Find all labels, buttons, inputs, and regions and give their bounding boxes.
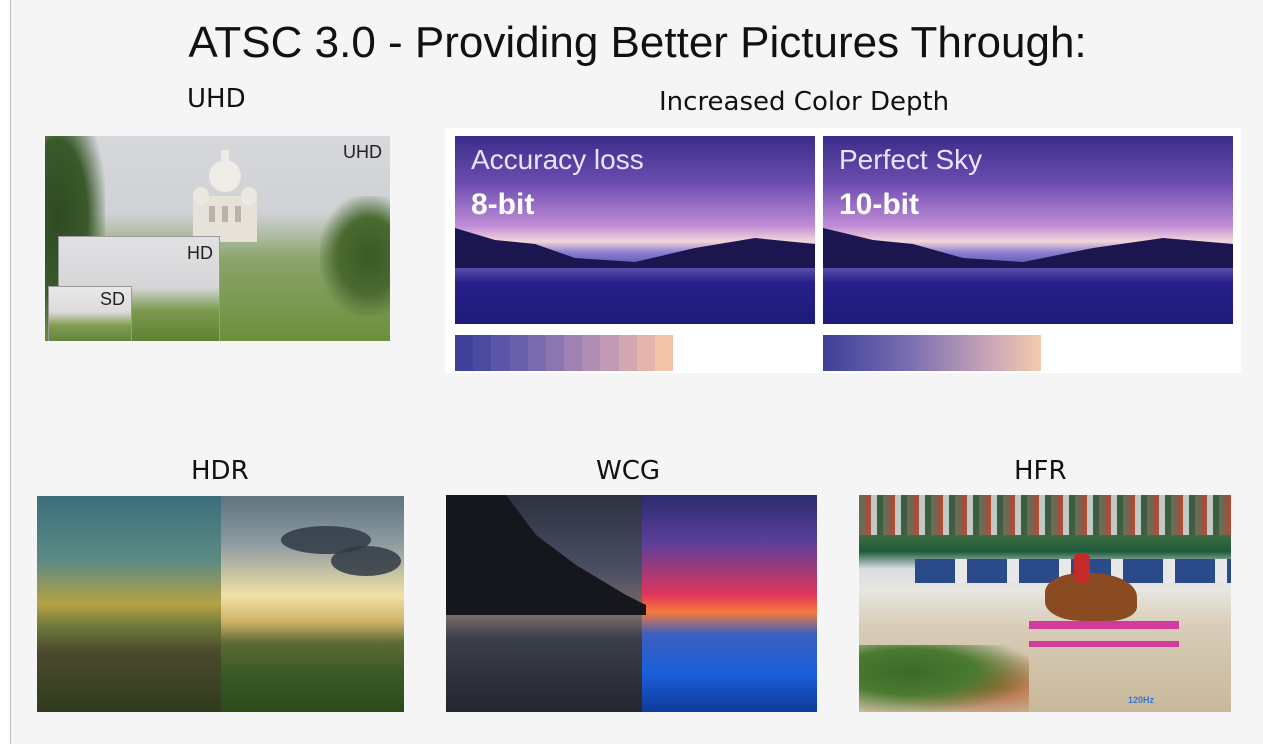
gradient-step xyxy=(527,335,546,371)
tree-graphic xyxy=(320,196,390,316)
rider-graphic xyxy=(1074,553,1090,583)
basilica-graphic xyxy=(193,150,257,242)
color-depth-panel: Accuracy loss 8-bit Perfect Sky 10-bit xyxy=(445,128,1241,373)
gradient-step xyxy=(491,335,510,371)
8bit-gradient-bar xyxy=(455,335,674,371)
slide: ATSC 3.0 - Providing Better Pictures Thr… xyxy=(10,0,1263,744)
fence-rail xyxy=(1029,641,1179,647)
wide-gamut-half xyxy=(642,495,817,712)
gradient-step xyxy=(654,335,674,371)
sdr-half xyxy=(37,496,221,712)
color-depth-label: Increased Color Depth xyxy=(659,87,950,117)
fence-rail xyxy=(1029,621,1179,629)
wcg-comparison-photo xyxy=(446,495,817,712)
gradient-step xyxy=(455,335,474,371)
slide-title: ATSC 3.0 - Providing Better Pictures Thr… xyxy=(188,18,1087,67)
mountain-graphic xyxy=(455,228,815,268)
hd-tag: HD xyxy=(187,243,213,263)
hfr-equestrian-photo: 120Hz xyxy=(859,495,1231,712)
sd-inset: SD xyxy=(48,286,132,341)
gradient-step xyxy=(473,335,492,371)
gradient-step xyxy=(582,335,601,371)
hdr-half xyxy=(221,496,404,712)
gradient-step xyxy=(545,335,565,371)
crowd-graphic xyxy=(859,495,1231,535)
8bit-label: 8-bit xyxy=(471,188,535,221)
plants-graphic xyxy=(859,645,1029,712)
wcg-label: WCG xyxy=(596,456,661,486)
frame-rate-tag: 120Hz xyxy=(1128,695,1155,705)
10bit-gradient-bar xyxy=(823,335,1041,371)
10bit-sky-photo: Perfect Sky 10-bit xyxy=(823,136,1233,324)
gradient-step xyxy=(618,335,637,371)
hfr-label: HFR xyxy=(1014,456,1067,486)
10bit-label: 10-bit xyxy=(839,188,920,221)
horse-graphic xyxy=(1045,573,1137,621)
gradient-step xyxy=(600,335,619,371)
8bit-caption: Accuracy loss xyxy=(471,144,644,175)
8bit-sky-photo: Accuracy loss 8-bit xyxy=(455,136,815,324)
gradient-step xyxy=(564,335,583,371)
hdr-label: HDR xyxy=(191,456,249,486)
gradient-step xyxy=(636,335,655,371)
cloud-graphic xyxy=(331,546,401,576)
uhd-resolution-photo: UHD HD SD xyxy=(45,136,390,341)
10bit-caption: Perfect Sky xyxy=(839,144,983,175)
sd-tag: SD xyxy=(99,289,125,309)
gradient-step xyxy=(509,335,528,371)
cliff-graphic xyxy=(446,495,646,615)
uhd-tag: UHD xyxy=(343,142,382,162)
mountain-graphic xyxy=(823,228,1233,268)
uhd-label: UHD xyxy=(187,84,246,114)
hdr-comparison-photo xyxy=(37,496,404,712)
